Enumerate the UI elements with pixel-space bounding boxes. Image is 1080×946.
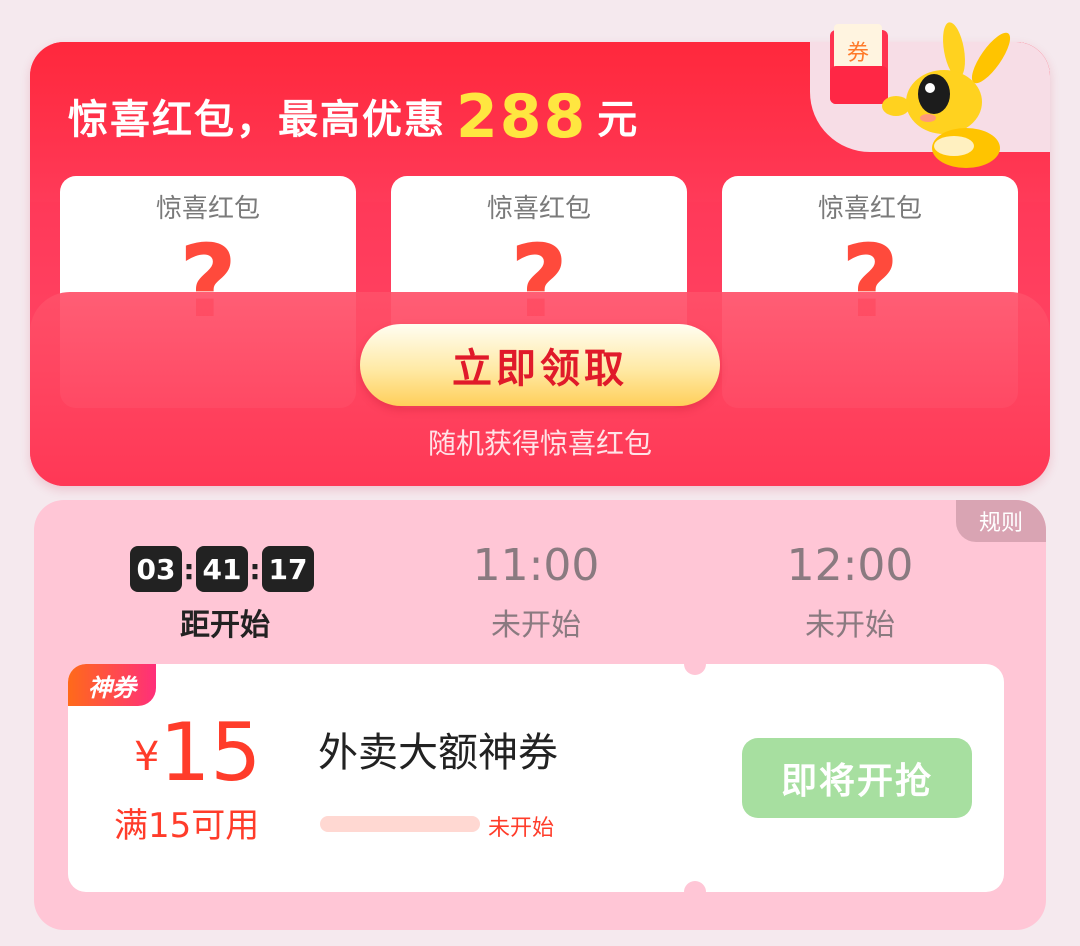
coupon-title: 外卖大额神券 (318, 730, 558, 776)
packet-label: 惊喜红包 (486, 194, 591, 224)
max-amount: 288 (456, 82, 588, 152)
random-reward-hint: 随机获得惊喜红包 (427, 427, 652, 460)
coupon-price: ¥15 (134, 706, 261, 799)
packet-label: 惊喜红包 (155, 194, 260, 224)
red-packet-title: 惊喜红包，最高优惠 288 元 (68, 82, 639, 152)
amount-unit: 元 (597, 97, 640, 143)
countdown-seconds: 17 (262, 546, 314, 592)
packet-label: 惊喜红包 (817, 194, 922, 224)
rabbit-mascot-icon: 券 (830, 22, 1011, 168)
countdown-timer: 03 : 41 : 17 (130, 546, 314, 592)
coupon-card: 神券 ¥15 满15可用 外卖大额神券 未开始 即将开抢 (68, 653, 1004, 903)
claim-now-button[interactable]: 立即领取 (360, 324, 720, 406)
progress-status: 未开始 (488, 816, 555, 841)
voucher-packet-icon: 券 (830, 24, 888, 104)
grab-coming-soon-button[interactable]: 即将开抢 (742, 738, 972, 818)
currency-symbol: ¥ (134, 734, 160, 780)
countdown-separator: : (249, 552, 261, 586)
ticket-notch (684, 881, 706, 903)
voucher-tag: 券 (847, 41, 869, 66)
countdown-hours: 03 (130, 546, 182, 592)
ticket-notch (684, 653, 706, 675)
title-prefix: 惊喜红包，最高优惠 (68, 97, 446, 143)
coupon-amount: 15 (159, 706, 262, 799)
flash-sale-card: 规则 03 : 41 : 17 距开始 11:00 未开始 12:00 未开始 … (34, 500, 1046, 930)
session-status-1: 未开始 (491, 608, 581, 643)
session-time-1[interactable]: 11:00 (436, 540, 636, 591)
usage-threshold: 满15可用 (114, 806, 260, 846)
claim-progress-bar (320, 816, 480, 832)
countdown-separator: : (183, 552, 195, 586)
rules-link[interactable]: 规则 (956, 500, 1046, 542)
session-status-2: 未开始 (805, 608, 895, 643)
countdown-minutes: 41 (196, 546, 248, 592)
countdown-caption: 距开始 (180, 608, 270, 643)
super-coupon-badge: 神券 (68, 664, 156, 706)
session-time-2[interactable]: 12:00 (750, 540, 950, 591)
